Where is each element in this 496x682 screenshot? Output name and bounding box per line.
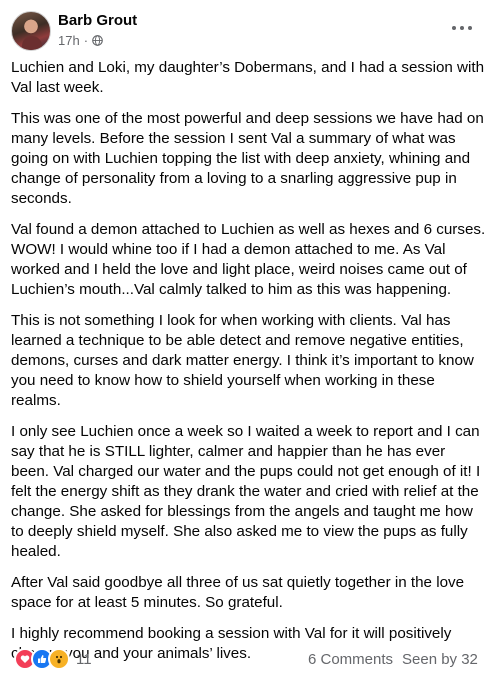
post-paragraph: After Val said goodbye all three of us s… <box>11 574 465 611</box>
post-paragraph: This is not something I look for when wo… <box>11 312 474 409</box>
globe-icon[interactable] <box>92 35 103 46</box>
post-paragraph: Val found a demon attached to Luchien as… <box>11 221 486 298</box>
post-footer: 11 6 Comments Seen by 32 <box>0 644 496 674</box>
reaction-count: 11 <box>76 650 92 668</box>
post-meta: 17h · <box>58 33 103 48</box>
post-paragraph: This was one of the most powerful and de… <box>11 110 484 207</box>
reactions-summary[interactable]: 11 <box>14 648 92 670</box>
more-horizontal-icon[interactable] <box>452 18 472 38</box>
dot <box>460 26 464 30</box>
dot <box>452 26 456 30</box>
wow-reaction-icon <box>48 648 70 670</box>
dot <box>468 26 472 30</box>
author-name[interactable]: Barb Grout <box>58 12 137 29</box>
post-header: Barb Grout 17h · <box>0 0 496 60</box>
post-paragraph: I only see Luchien once a week so I wait… <box>11 423 481 560</box>
avatar-figure <box>22 36 42 50</box>
post-paragraph: Luchien and Loki, my daughter’s Doberman… <box>11 59 485 96</box>
meta-separator: · <box>83 33 89 48</box>
avatar[interactable] <box>11 11 51 51</box>
seen-by-link[interactable]: Seen by 32 <box>402 651 478 668</box>
post-time[interactable]: 17h <box>58 33 80 48</box>
comments-link[interactable]: 6 Comments <box>308 651 393 668</box>
post-text: Luchien and Loki, my daughter’s Doberman… <box>11 58 487 675</box>
